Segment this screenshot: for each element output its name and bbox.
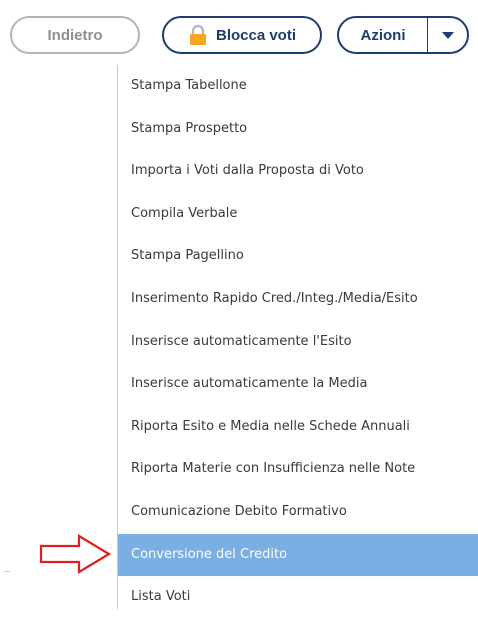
actions-caret-toggle[interactable] [428,18,467,52]
menu-item[interactable]: Inserisce automaticamente la Media [118,363,478,406]
toolbar: Indietro Blocca voti Azioni [0,0,478,72]
menu-item[interactable]: Conversione del Credito [118,533,478,577]
lock-icon [188,24,208,46]
actions-button-label: Azioni [360,26,406,44]
menu-item[interactable]: Inserimento Rapido Cred./Integ./Media/Es… [118,278,478,321]
lock-grades-button-label: Blocca voti [215,26,297,44]
menu-item[interactable]: Importa i Voti dalla Proposta di Voto [118,150,478,193]
left-edge-mark [4,571,10,572]
menu-item[interactable]: Inserisce automaticamente l'Esito [118,321,478,364]
actions-dropdown-button[interactable]: Azioni [337,16,469,54]
menu-item[interactable]: Stampa Prospetto [118,108,478,151]
back-button[interactable]: Indietro [10,16,140,54]
actions-menu-list: Stampa Tabellone Stampa Prospetto Importa … [118,65,478,619]
menu-item[interactable]: Stampa Tabellone [118,65,478,108]
menu-item[interactable]: Stampa Pagellino [118,235,478,278]
menu-item[interactable]: Lista Voti [118,576,478,619]
actions-dropdown-menu: Stampa Tabellone Stampa Prospetto Importa … [117,65,478,609]
back-button-label: Indietro [47,26,103,44]
lock-grades-button[interactable]: Blocca voti [162,16,322,54]
menu-item[interactable]: Riporta Esito e Media nelle Schede Annua… [118,406,478,449]
menu-item[interactable]: Comunicazione Debito Formativo [118,491,478,534]
caret-down-icon [441,31,455,40]
menu-item[interactable]: Riporta Materie con Insufficienza nelle … [118,448,478,491]
menu-item[interactable]: Compila Verbale [118,193,478,236]
